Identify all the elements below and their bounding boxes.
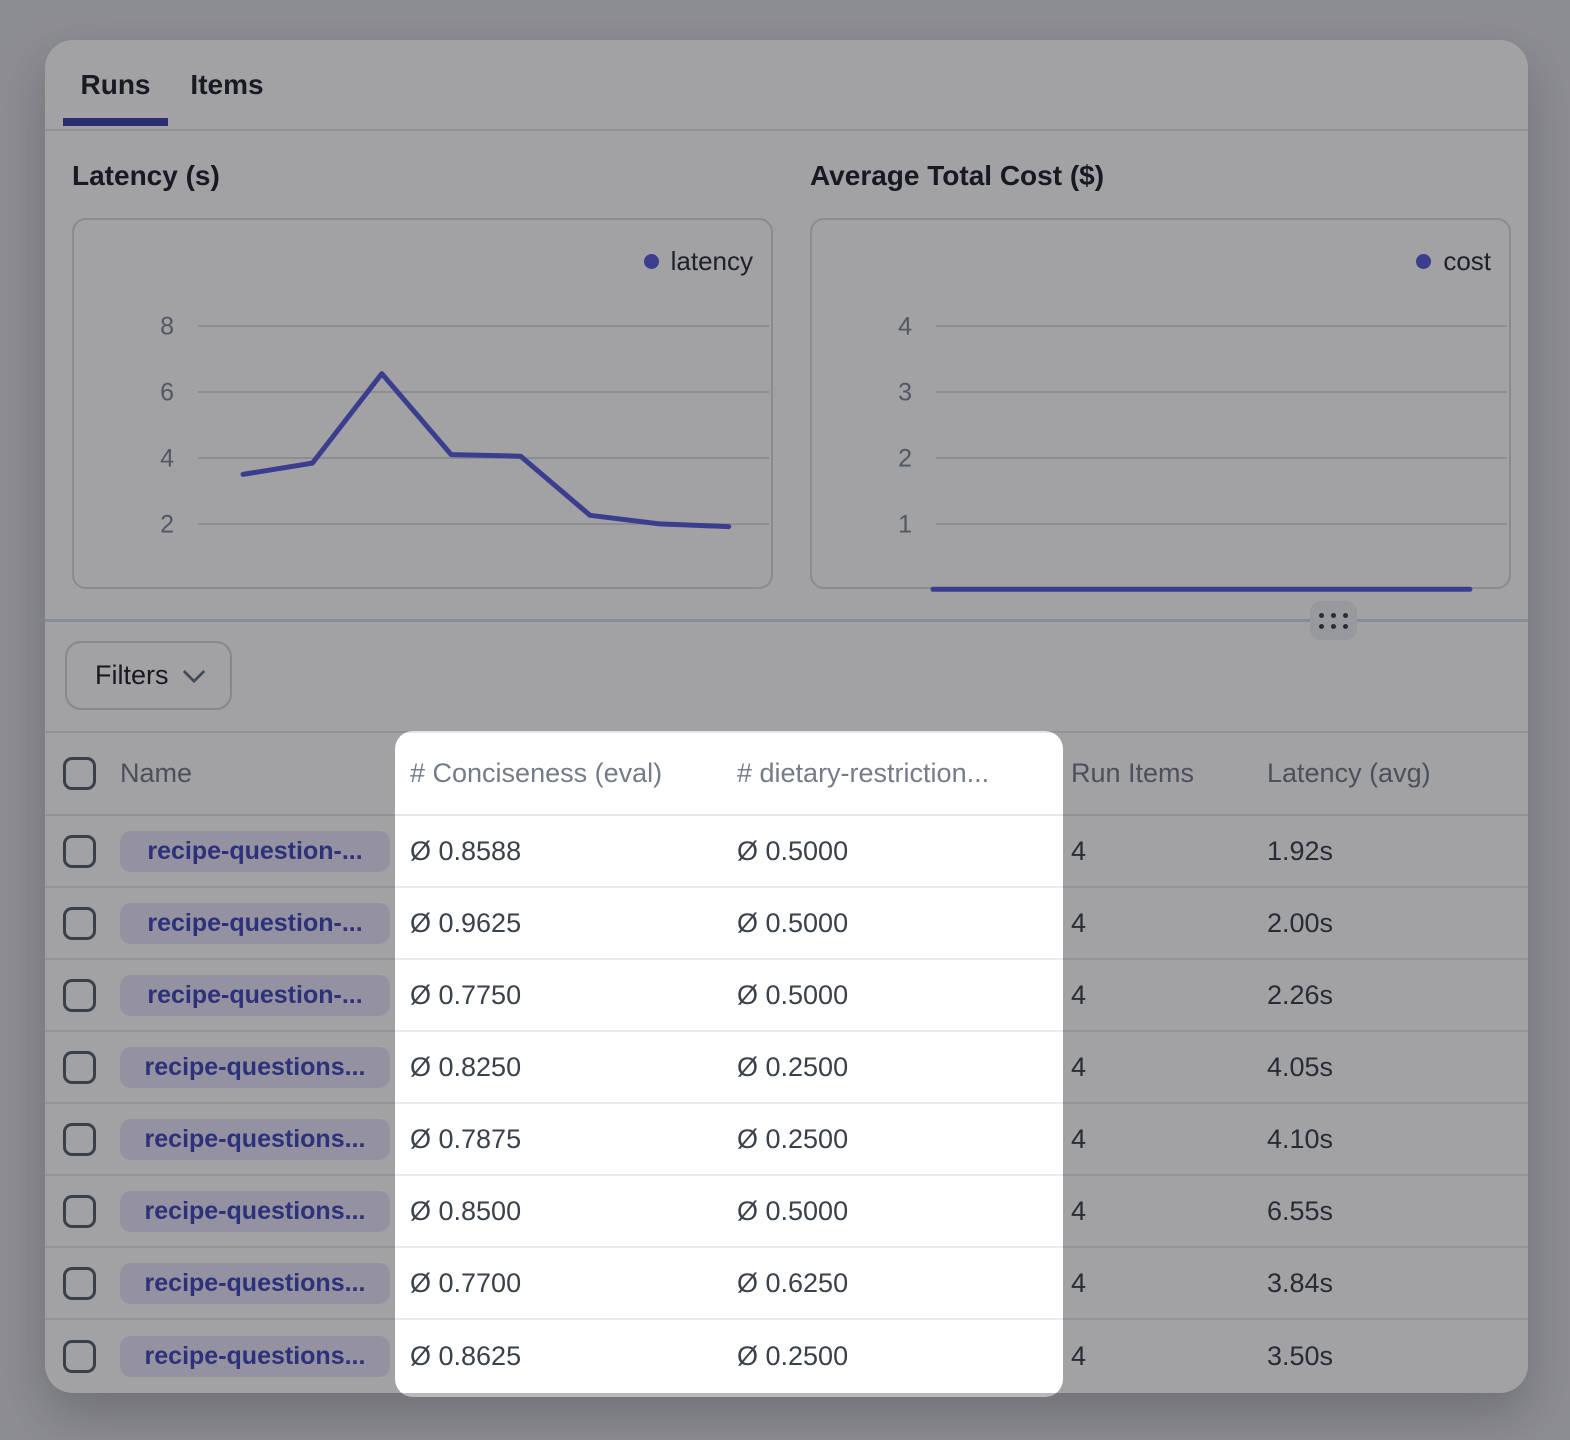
cost-line-series: [812, 220, 1509, 587]
latency-avg-value: 1.92s: [1267, 836, 1528, 867]
latency-avg-value: 3.84s: [1267, 1268, 1528, 1299]
run-items-value: 4: [1071, 1341, 1267, 1372]
row-checkbox[interactable]: [63, 1123, 96, 1156]
filters-button-label: Filters: [95, 660, 169, 691]
run-name-badge[interactable]: recipe-question-...: [120, 831, 390, 872]
tab-items-label: Items: [190, 69, 263, 101]
col-header-name[interactable]: Name: [120, 758, 410, 789]
cost-plot-area: 1234: [812, 220, 1509, 587]
conciseness-value: Ø 0.8500: [410, 1196, 737, 1227]
row-checkbox[interactable]: [63, 907, 96, 940]
table-body: recipe-question-... Ø 0.8588 Ø 0.5000 4 …: [45, 816, 1528, 1392]
charts-table-divider: [45, 619, 1528, 622]
table-row[interactable]: recipe-question-... Ø 0.8588 Ø 0.5000 4 …: [45, 816, 1528, 888]
cost-chart: 1234 cost: [810, 218, 1511, 589]
latency-avg-value: 6.55s: [1267, 1196, 1528, 1227]
run-items-value: 4: [1071, 980, 1267, 1011]
filters-button[interactable]: Filters: [65, 641, 232, 710]
latency-avg-value: 2.00s: [1267, 908, 1528, 939]
dietary-restriction-value: Ø 0.5000: [737, 980, 1071, 1011]
row-checkbox[interactable]: [63, 1267, 96, 1300]
chevron-down-icon: [182, 660, 205, 683]
dietary-restriction-value: Ø 0.2500: [737, 1124, 1071, 1155]
latency-chart: 2468 latency: [72, 218, 773, 589]
col-header-latency-avg[interactable]: Latency (avg): [1267, 758, 1528, 789]
run-name-badge[interactable]: recipe-questions...: [120, 1191, 390, 1232]
col-header-conciseness[interactable]: # Conciseness (eval): [410, 758, 737, 789]
table-row[interactable]: recipe-questions... Ø 0.8500 Ø 0.5000 4 …: [45, 1176, 1528, 1248]
select-all-checkbox[interactable]: [63, 757, 96, 790]
col-header-run-items[interactable]: Run Items: [1071, 758, 1267, 789]
run-name-badge[interactable]: recipe-questions...: [120, 1336, 390, 1377]
tab-runs-label: Runs: [81, 69, 151, 101]
conciseness-value: Ø 0.9625: [410, 908, 737, 939]
run-name-badge[interactable]: recipe-questions...: [120, 1263, 390, 1304]
run-name-badge[interactable]: recipe-questions...: [120, 1047, 390, 1088]
cost-legend: cost: [1416, 246, 1491, 277]
run-name-badge[interactable]: recipe-question-...: [120, 975, 390, 1016]
run-items-value: 4: [1071, 836, 1267, 867]
table-row[interactable]: recipe-questions... Ø 0.7875 Ø 0.2500 4 …: [45, 1104, 1528, 1176]
cost-legend-dot-icon: [1416, 254, 1431, 269]
latency-avg-value: 2.26s: [1267, 980, 1528, 1011]
col-header-dietary-restriction[interactable]: # dietary-restriction...: [737, 758, 1071, 789]
row-checkbox[interactable]: [63, 1340, 96, 1373]
latency-avg-value: 3.50s: [1267, 1341, 1528, 1372]
run-items-value: 4: [1071, 1268, 1267, 1299]
run-name-badge[interactable]: recipe-questions...: [120, 1119, 390, 1160]
table-row[interactable]: recipe-question-... Ø 0.9625 Ø 0.5000 4 …: [45, 888, 1528, 960]
latency-legend-label: latency: [671, 246, 753, 277]
conciseness-value: Ø 0.7875: [410, 1124, 737, 1155]
table-row[interactable]: recipe-questions... Ø 0.8625 Ø 0.2500 4 …: [45, 1320, 1528, 1392]
dietary-restriction-value: Ø 0.2500: [737, 1341, 1071, 1372]
page: Runs Items Latency (s) 2468 latency Aver…: [0, 0, 1570, 1440]
conciseness-value: Ø 0.7750: [410, 980, 737, 1011]
table-row[interactable]: recipe-questions... Ø 0.7700 Ø 0.6250 4 …: [45, 1248, 1528, 1320]
dietary-restriction-value: Ø 0.5000: [737, 908, 1071, 939]
run-name-badge[interactable]: recipe-question-...: [120, 903, 390, 944]
run-items-value: 4: [1071, 908, 1267, 939]
tab-runs[interactable]: Runs: [63, 40, 168, 129]
latency-chart-title: Latency (s): [72, 160, 220, 192]
runs-panel: Runs Items Latency (s) 2468 latency Aver…: [45, 40, 1528, 1393]
cost-legend-label: cost: [1443, 246, 1491, 277]
table-header: Name # Conciseness (eval) # dietary-rest…: [45, 731, 1528, 816]
conciseness-value: Ø 0.7700: [410, 1268, 737, 1299]
active-tab-indicator: [63, 118, 168, 126]
dietary-restriction-value: Ø 0.2500: [737, 1052, 1071, 1083]
row-checkbox[interactable]: [63, 835, 96, 868]
cost-chart-title: Average Total Cost ($): [810, 160, 1104, 192]
resize-handle[interactable]: [1310, 601, 1357, 640]
run-items-value: 4: [1071, 1124, 1267, 1155]
latency-avg-value: 4.10s: [1267, 1124, 1528, 1155]
row-checkbox[interactable]: [63, 1051, 96, 1084]
run-items-value: 4: [1071, 1052, 1267, 1083]
dietary-restriction-value: Ø 0.5000: [737, 1196, 1071, 1227]
latency-avg-value: 4.05s: [1267, 1052, 1528, 1083]
dietary-restriction-value: Ø 0.6250: [737, 1268, 1071, 1299]
select-all-cell: [63, 757, 120, 790]
drag-handle-dots-icon: [1319, 613, 1324, 618]
latency-legend: latency: [644, 246, 753, 277]
row-checkbox[interactable]: [63, 1195, 96, 1228]
row-checkbox[interactable]: [63, 979, 96, 1012]
latency-legend-dot-icon: [644, 254, 659, 269]
conciseness-value: Ø 0.8250: [410, 1052, 737, 1083]
table-row[interactable]: recipe-question-... Ø 0.7750 Ø 0.5000 4 …: [45, 960, 1528, 1032]
conciseness-value: Ø 0.8588: [410, 836, 737, 867]
tab-items[interactable]: Items: [186, 40, 268, 129]
table-row[interactable]: recipe-questions... Ø 0.8250 Ø 0.2500 4 …: [45, 1032, 1528, 1104]
conciseness-value: Ø 0.8625: [410, 1341, 737, 1372]
dietary-restriction-value: Ø 0.5000: [737, 836, 1071, 867]
run-items-value: 4: [1071, 1196, 1267, 1227]
tab-bar: Runs Items: [45, 40, 1528, 131]
